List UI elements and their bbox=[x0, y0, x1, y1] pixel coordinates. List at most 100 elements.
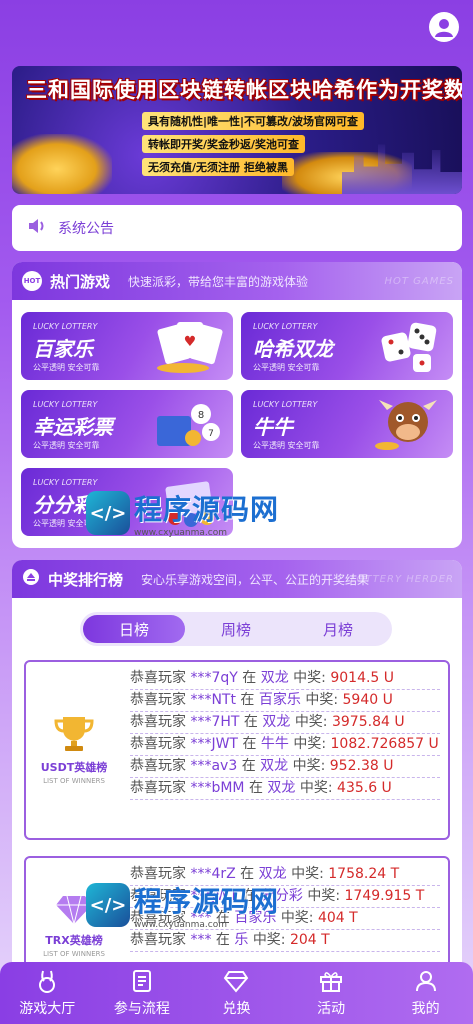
dice-icon bbox=[381, 322, 437, 372]
svg-text:♥: ♥ bbox=[184, 334, 197, 350]
winner-game: 乐 bbox=[234, 932, 249, 948]
hot-badge-icon: HOT bbox=[22, 271, 42, 291]
nav-activities[interactable]: 活动 bbox=[284, 962, 379, 1024]
trx-winner-list: 恭喜玩家 ***4rZ 在 双龙 中奖: 1758.24 T 恭喜玩家 ***J… bbox=[130, 864, 440, 952]
winner-amount: 952.38 U bbox=[329, 758, 394, 774]
game-card-niuniu[interactable]: LUCKY LOTTERY 牛牛 公平透明 安全可靠 bbox=[241, 390, 453, 458]
usdt-winner-list: 恭喜玩家 ***7qY 在 双龙 中奖: 9014.5 U 恭喜玩家 ***NT… bbox=[130, 668, 440, 800]
ranking-name-en: LIST OF WINNERS bbox=[43, 950, 105, 958]
nav-game-lobby[interactable]: 游戏大厅 bbox=[0, 962, 95, 1024]
game-card-lucky-lottery[interactable]: LUCKY LOTTERY 幸运彩票 公平透明 安全可靠 8 7 bbox=[21, 390, 233, 458]
winner-mid: 在 bbox=[241, 758, 256, 774]
tab-monthly[interactable]: 月榜 bbox=[287, 615, 389, 643]
winner-prefix: 恭喜玩家 bbox=[130, 932, 186, 948]
nav-label: 我的 bbox=[411, 1001, 440, 1017]
winner-prefix: 恭喜玩家 bbox=[130, 780, 186, 796]
section-title: 中奖排行榜 bbox=[48, 570, 124, 589]
ranking-period-tabs: 日榜 周榜 月榜 bbox=[80, 612, 392, 646]
system-notice-bar[interactable]: 系统公告 bbox=[12, 205, 462, 251]
hot-games-panel: HOT 热门游戏 快速派彩，带给您丰富的游戏体验 HOT GAMES LUCKY… bbox=[12, 262, 462, 548]
winner-label: 中奖: bbox=[291, 866, 324, 882]
game-card-tag: LUCKY LOTTERY bbox=[33, 400, 98, 409]
winner-user: ***4rZ bbox=[190, 866, 236, 882]
section-ghost-text: HOT GAMES bbox=[384, 275, 454, 287]
game-card-subtitle: 公平透明 安全可靠 bbox=[253, 363, 320, 372]
game-card-fenfen-lottery[interactable]: LUCKY LOTTERY 分分彩 公平透明 安全可靠 bbox=[21, 468, 233, 536]
speaker-icon bbox=[26, 215, 48, 241]
winner-mid: 在 bbox=[215, 932, 230, 948]
top-bar bbox=[0, 0, 473, 58]
game-card-tag: LUCKY LOTTERY bbox=[33, 478, 98, 487]
game-card-name: 百家乐 bbox=[33, 337, 93, 361]
nav-exchange[interactable]: 兑换 bbox=[189, 962, 284, 1024]
nav-label: 参与流程 bbox=[113, 1001, 170, 1017]
winner-user: ***bMM bbox=[190, 780, 245, 796]
svg-text:8: 8 bbox=[198, 410, 204, 421]
winner-row: 恭喜玩家 ***7HT 在 双龙 中奖: 3975.84 U bbox=[130, 712, 440, 734]
winner-user: ***JWT bbox=[190, 888, 238, 904]
game-card-tag: LUCKY LOTTERY bbox=[33, 322, 98, 331]
winner-game: 双龙 bbox=[258, 866, 287, 882]
winner-label: 中奖: bbox=[293, 736, 327, 752]
user-icon bbox=[415, 971, 436, 992]
winner-row: 恭喜玩家 *** 在 百家乐 中奖: 404 T bbox=[130, 908, 440, 930]
winner-row: 恭喜玩家 ***JWT 在 牛牛 中奖: 1082.726857 U bbox=[130, 734, 440, 756]
document-icon bbox=[132, 970, 151, 992]
winner-mid: 在 bbox=[240, 692, 255, 708]
bull-mascot-icon bbox=[375, 400, 437, 450]
game-card-name: 牛牛 bbox=[253, 415, 293, 439]
trophy-icon bbox=[54, 717, 94, 751]
tab-weekly[interactable]: 周榜 bbox=[185, 615, 287, 643]
lottery-ticket-icon bbox=[165, 481, 214, 527]
promo-banner[interactable]: 三和国际使用区块链转帐区块哈希作为开奖数据 具有随机性|唯一性|不可篡改/波场官… bbox=[12, 66, 462, 194]
nav-label: 活动 bbox=[317, 1001, 346, 1017]
ranking-name: USDT英雄榜 bbox=[40, 761, 108, 774]
gift-icon bbox=[320, 972, 343, 992]
winner-game: 分分彩 bbox=[260, 888, 303, 904]
game-card-hash-dragon[interactable]: LUCKY LOTTERY 哈希双龙 公平透明 安全可靠 bbox=[241, 312, 453, 380]
usdt-ranking-label: USDT英雄榜 LIST OF WINNERS bbox=[26, 662, 122, 838]
winner-mid: 在 bbox=[240, 866, 255, 882]
winner-game: 双龙 bbox=[260, 758, 289, 774]
winner-prefix: 恭喜玩家 bbox=[130, 888, 186, 904]
game-card-name: 幸运彩票 bbox=[33, 415, 113, 439]
winner-label: 中奖: bbox=[299, 780, 333, 796]
section-subtitle: 快速派彩，带给您丰富的游戏体验 bbox=[128, 274, 309, 289]
winner-row: 恭喜玩家 ***NTt 在 百家乐 中奖: 5940 U bbox=[130, 690, 440, 712]
lottery-balls-icon: 8 7 bbox=[157, 404, 220, 446]
game-card-subtitle: 公平透明 安全可靠 bbox=[33, 363, 100, 372]
winner-mid: 在 bbox=[248, 780, 263, 796]
nav-participation-process[interactable]: 参与流程 bbox=[95, 962, 190, 1024]
banner-feature-lines: 具有随机性|唯一性|不可篡改/波场官网可查 转帐即开奖/奖金秒返/奖池可查 无须… bbox=[142, 110, 382, 179]
winner-row: 恭喜玩家 *** 在 乐 中奖: 204 T bbox=[130, 930, 440, 952]
gear-badge-icon bbox=[22, 568, 40, 590]
winner-user: *** bbox=[190, 910, 212, 926]
banner-line: 具有随机性|唯一性|不可篡改/波场官网可查 bbox=[142, 112, 365, 130]
ranking-header: 中奖排行榜 安心乐享游戏空间，公平、公正的开奖结果 LOTTERY HERDER bbox=[12, 560, 462, 598]
winner-user: ***av3 bbox=[190, 758, 238, 774]
winner-prefix: 恭喜玩家 bbox=[130, 714, 186, 730]
winner-amount: 1082.726857 U bbox=[330, 736, 439, 752]
winner-amount: 1758.24 T bbox=[328, 866, 400, 882]
winner-mid: 在 bbox=[242, 670, 257, 686]
nav-mine[interactable]: 我的 bbox=[378, 962, 473, 1024]
winner-prefix: 恭喜玩家 bbox=[130, 866, 186, 882]
winner-label: 中奖: bbox=[305, 692, 339, 708]
winner-prefix: 恭喜玩家 bbox=[130, 736, 186, 752]
nav-label: 游戏大厅 bbox=[19, 1001, 76, 1017]
game-card-name: 分分彩 bbox=[33, 493, 93, 517]
winner-row: 恭喜玩家 ***JWT 在 分分彩 中奖: 1749.915 T bbox=[130, 886, 440, 908]
game-card-baccarat[interactable]: LUCKY LOTTERY 百家乐 公平透明 安全可靠 ♥ bbox=[21, 312, 233, 380]
winner-game: 双龙 bbox=[262, 714, 291, 730]
winner-user: ***JWT bbox=[190, 736, 238, 752]
user-avatar-icon[interactable] bbox=[429, 12, 459, 42]
winner-user: ***7HT bbox=[190, 714, 240, 730]
winner-label: 中奖: bbox=[292, 758, 326, 774]
nav-label: 兑换 bbox=[222, 1001, 251, 1017]
game-card-tag: LUCKY LOTTERY bbox=[253, 322, 318, 331]
winner-row: 恭喜玩家 ***bMM 在 双龙 中奖: 435.6 U bbox=[130, 778, 440, 800]
winner-amount: 3975.84 U bbox=[331, 714, 405, 730]
section-subtitle: 安心乐享游戏空间，公平、公正的开奖结果 bbox=[141, 572, 370, 587]
tab-daily[interactable]: 日榜 bbox=[83, 615, 185, 643]
game-card-subtitle: 公平透明 安全可靠 bbox=[33, 519, 100, 528]
